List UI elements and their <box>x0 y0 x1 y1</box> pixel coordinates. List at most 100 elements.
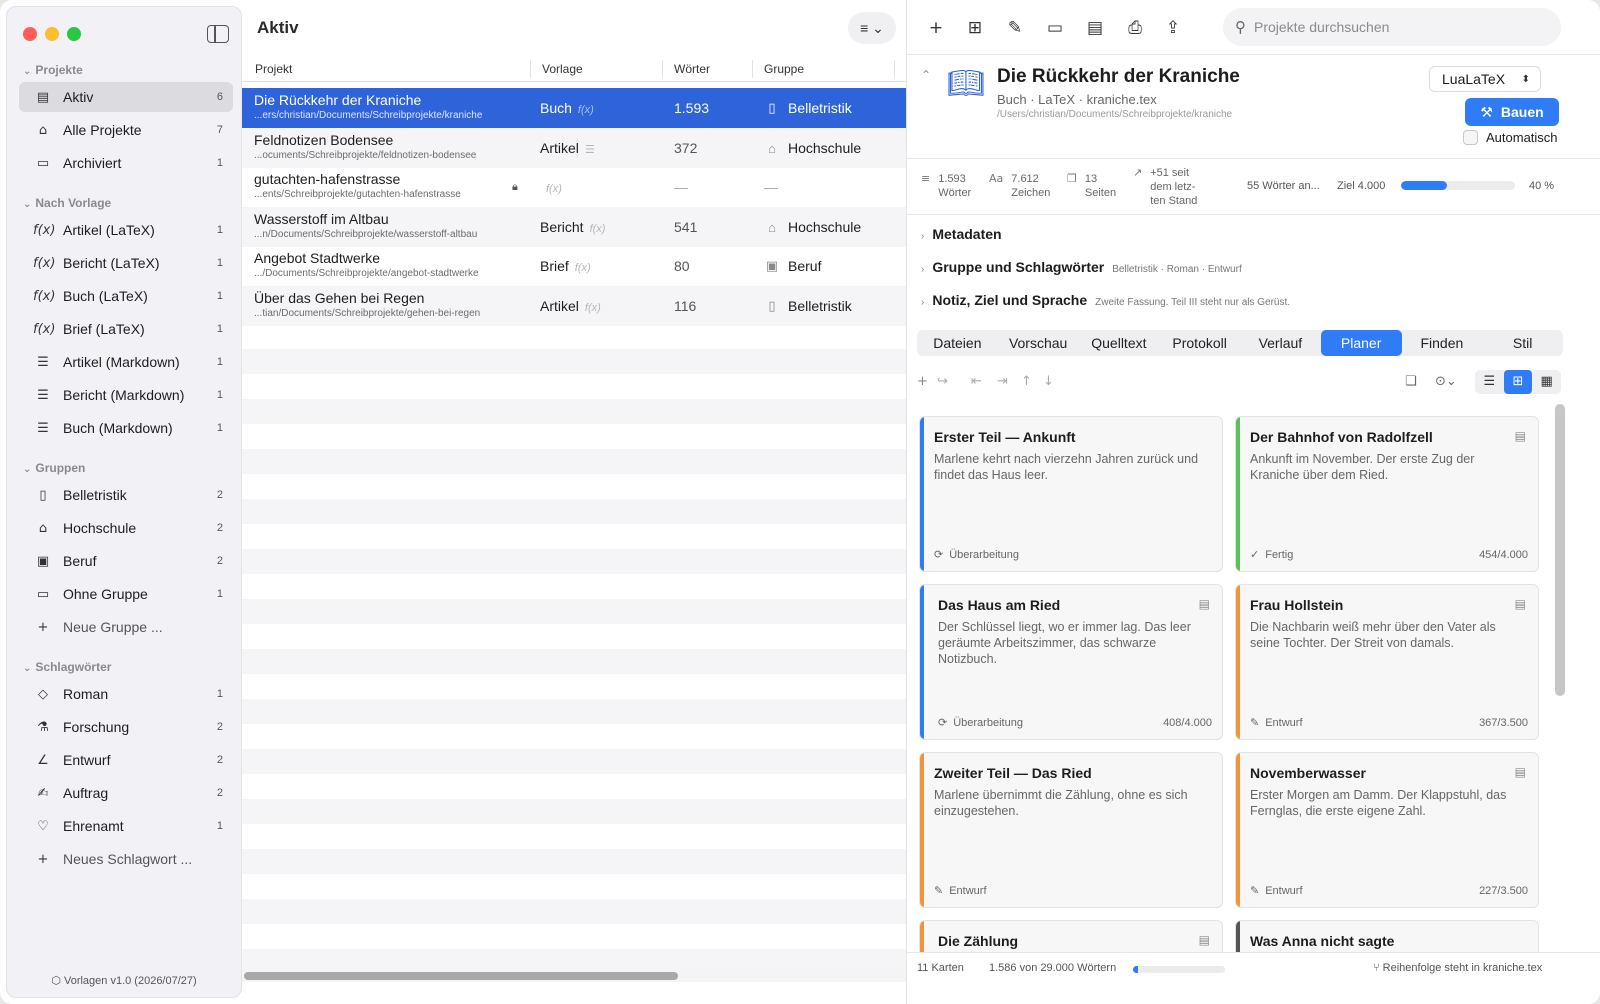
disclosure-metadaten[interactable]: › Metadaten <box>921 226 1002 242</box>
filter-menu-button[interactable]: ≡ ⌄ <box>848 12 896 44</box>
column-header-woerter[interactable]: Wörter <box>674 62 710 76</box>
outdent-icon[interactable]: ⇤ <box>971 374 982 389</box>
build-button[interactable]: ⚒ Bauen <box>1465 98 1559 126</box>
disclosure-gruppe[interactable]: › Gruppe und Schlagwörter Belletristik · R… <box>921 259 1242 275</box>
share-icon[interactable]: ⇪ <box>1161 16 1185 40</box>
sidebar-item-alle-projekte[interactable]: ⌂ Alle Projekte 7 <box>19 115 233 145</box>
plus-icon: + <box>37 851 49 867</box>
sidebar-item-artikel-markdown[interactable]: ☰ Artikel (Markdown) 1 <box>19 347 233 377</box>
section-nach-vorlage[interactable]: ⌄ Nach Vorlage <box>23 196 111 210</box>
new-folder-icon[interactable]: ⊞ <box>963 16 987 40</box>
tab-quelltext[interactable]: Quelltext <box>1079 330 1160 356</box>
stat-value: 1.593 <box>938 173 966 185</box>
planner-card[interactable]: Erster Teil — Ankunft Marlene kehrt nach… <box>919 416 1223 572</box>
add-card-icon[interactable]: + <box>917 374 928 389</box>
sidebar-item-belletristik[interactable]: ▯ Belletristik 2 <box>19 480 233 510</box>
chevron-right-icon: › <box>921 231 925 242</box>
redo-icon[interactable]: ↪ <box>937 374 948 389</box>
sidebar-item-auftrag[interactable]: ✍ Auftrag 2 <box>19 778 233 808</box>
tab-dateien[interactable]: Dateien <box>917 330 998 356</box>
horizontal-scrollbar[interactable] <box>242 970 906 982</box>
sidebar-item-ohne-gruppe[interactable]: ▭ Ohne Gruppe 1 <box>19 579 233 609</box>
disclosure-notiz[interactable]: › Notiz, Ziel und Sprache Zweite Fassung. … <box>921 292 1290 308</box>
add-icon[interactable]: + <box>924 16 948 40</box>
table-row[interactable]: Angebot Stadtwerke .../Documents/Schreib… <box>242 246 906 286</box>
sidebar-item-buch-markdown[interactable]: ☰ Buch (Markdown) 1 <box>19 413 233 443</box>
tab-finden[interactable]: Finden <box>1402 330 1483 356</box>
sidebar-item-count: 2 <box>216 522 223 534</box>
sidebar-item-bericht-latex[interactable]: f(x) Bericht (LaTeX) 1 <box>19 248 233 278</box>
sidebar-item-aktiv[interactable]: ▤ Aktiv 6 <box>19 82 233 112</box>
section-projekte[interactable]: ⌄ Projekte <box>23 63 83 77</box>
sidebar-item-hochschule[interactable]: ⌂ Hochschule 2 <box>19 513 233 543</box>
planner-card[interactable]: Der Bahnhof von Radolfzell ▤ Ankunft im … <box>1235 416 1539 572</box>
chevron-up-icon[interactable]: ⌃ <box>921 68 931 82</box>
briefcase-icon: ▣ <box>765 258 779 273</box>
sidebar-item-artikel-latex[interactable]: f(x) Artikel (LaTeX) 1 <box>19 215 233 245</box>
planner-card[interactable]: Was Anna nicht sagte <box>1235 920 1539 952</box>
planner-card[interactable]: Frau Hollstein ▤ Die Nachbarin weiß mehr… <box>1235 584 1539 740</box>
table-row[interactable]: Die Rückkehr der Kraniche ...ers/christi… <box>242 88 906 128</box>
engine-select[interactable]: LuaLaTeX ⬍ <box>1429 66 1541 92</box>
table-view-icon[interactable]: ▦ <box>1532 370 1561 394</box>
indent-icon[interactable]: ⇥ <box>997 374 1008 389</box>
planner-card[interactable]: Novemberwasser ▤ Erster Morgen am Damm. … <box>1235 752 1539 908</box>
compose-icon[interactable]: ✎ <box>1003 16 1027 40</box>
section-schlagwoerter[interactable]: ⌄ Schlagwörter <box>23 660 111 674</box>
checkbox[interactable] <box>1463 130 1478 145</box>
table-row[interactable]: Feldnotizen Bodensee ...ocuments/Schreib… <box>242 128 906 168</box>
search-field[interactable]: ⚲ Projekte durchsuchen <box>1223 8 1561 46</box>
tab-protokoll[interactable]: Protokoll <box>1159 330 1240 356</box>
planner-card[interactable]: Zweiter Teil — Das Ried Marlene übernimm… <box>919 752 1223 908</box>
list-view-icon[interactable]: ☰ <box>1475 370 1504 394</box>
new-tag-button[interactable]: + Neues Schlagwort ... <box>19 844 233 874</box>
project-path: /Users/christian/Documents/Schreibprojek… <box>997 109 1233 120</box>
column-header-gruppe[interactable]: Gruppe <box>764 62 804 76</box>
column-header-projekt[interactable]: Projekt <box>255 62 292 76</box>
more-menu-icon[interactable]: ⊙⌄ <box>1435 374 1457 389</box>
tab-verlauf[interactable]: Verlauf <box>1240 330 1321 356</box>
sidebar-item-ehrenamt[interactable]: ♡ Ehrenamt 1 <box>19 811 233 841</box>
move-up-icon[interactable]: ↑ <box>1021 374 1032 389</box>
planner-card[interactable]: Das Haus am Ried ▤ Der Schlüssel liegt, … <box>919 584 1223 740</box>
table-row[interactable]: gutachten-hafenstrasse ...ents/Schreibpr… <box>242 167 906 207</box>
sidebar-item-roman[interactable]: ◇ Roman 1 <box>19 679 233 709</box>
row-words: 80 <box>674 258 690 274</box>
sidebar-item-beruf[interactable]: ▣ Beruf 2 <box>19 546 233 576</box>
goal-text: 55 Wörter an... <box>1247 180 1320 192</box>
engine-value: LuaLaTeX <box>1442 71 1506 87</box>
sidebar-item-archiviert[interactable]: ▭ Archiviert 1 <box>19 148 233 178</box>
templates-version: ⬡ Vorlagen v1.0 (2026/07/27) <box>7 974 241 987</box>
table-row[interactable]: Über das Gehen bei Regen ...tian/Documen… <box>242 286 906 326</box>
zoom-window-button[interactable] <box>67 27 81 41</box>
sidebar-item-entwurf[interactable]: ∠ Entwurf 2 <box>19 745 233 775</box>
sidebar-item-bericht-markdown[interactable]: ☰ Bericht (Markdown) 1 <box>19 380 233 410</box>
tab-vorschau[interactable]: Vorschau <box>998 330 1079 356</box>
sidebar-item-forschung[interactable]: ⚗ Forschung 2 <box>19 712 233 742</box>
row-path: ...tian/Documents/Schreibprojekte/gehen-… <box>254 308 481 319</box>
row-name: Feldnotizen Bodensee <box>254 132 394 148</box>
document-icon[interactable]: ▤ <box>1083 16 1107 40</box>
close-window-button[interactable] <box>23 27 37 41</box>
new-group-button[interactable]: + Neue Gruppe ... <box>19 612 233 642</box>
grid-view-icon[interactable]: ⊞ <box>1503 370 1533 394</box>
sidebar-toggle-icon[interactable] <box>207 25 229 43</box>
duplicate-icon[interactable]: ❏ <box>1405 374 1417 389</box>
section-gruppen[interactable]: ⌄ Gruppen <box>23 461 85 475</box>
planner-card[interactable]: Die Zählung ▤ <box>919 920 1223 952</box>
sidebar-item-count: 1 <box>216 224 223 236</box>
search-placeholder: Projekte durchsuchen <box>1254 19 1390 35</box>
tab-stil[interactable]: Stil <box>1482 330 1563 356</box>
tab-planer[interactable]: Planer <box>1320 330 1402 356</box>
table-row[interactable]: Wasserstoff im Altbau ...n/Documents/Sch… <box>242 207 906 247</box>
minimize-window-button[interactable] <box>45 27 59 41</box>
print-icon[interactable]: ⎙ <box>1123 16 1147 40</box>
sidebar-item-buch-latex[interactable]: f(x) Buch (LaTeX) 1 <box>19 281 233 311</box>
vertical-scrollbar[interactable] <box>1555 404 1565 696</box>
auto-build-checkbox[interactable]: Automatisch <box>1463 130 1558 145</box>
move-down-icon[interactable]: ↓ <box>1043 374 1054 389</box>
folder-icon[interactable]: ▭ <box>1043 16 1067 40</box>
scrollbar-thumb[interactable] <box>244 972 678 980</box>
column-header-vorlage[interactable]: Vorlage <box>542 62 583 76</box>
sidebar-item-brief-latex[interactable]: f(x) Brief (LaTeX) 1 <box>19 314 233 344</box>
